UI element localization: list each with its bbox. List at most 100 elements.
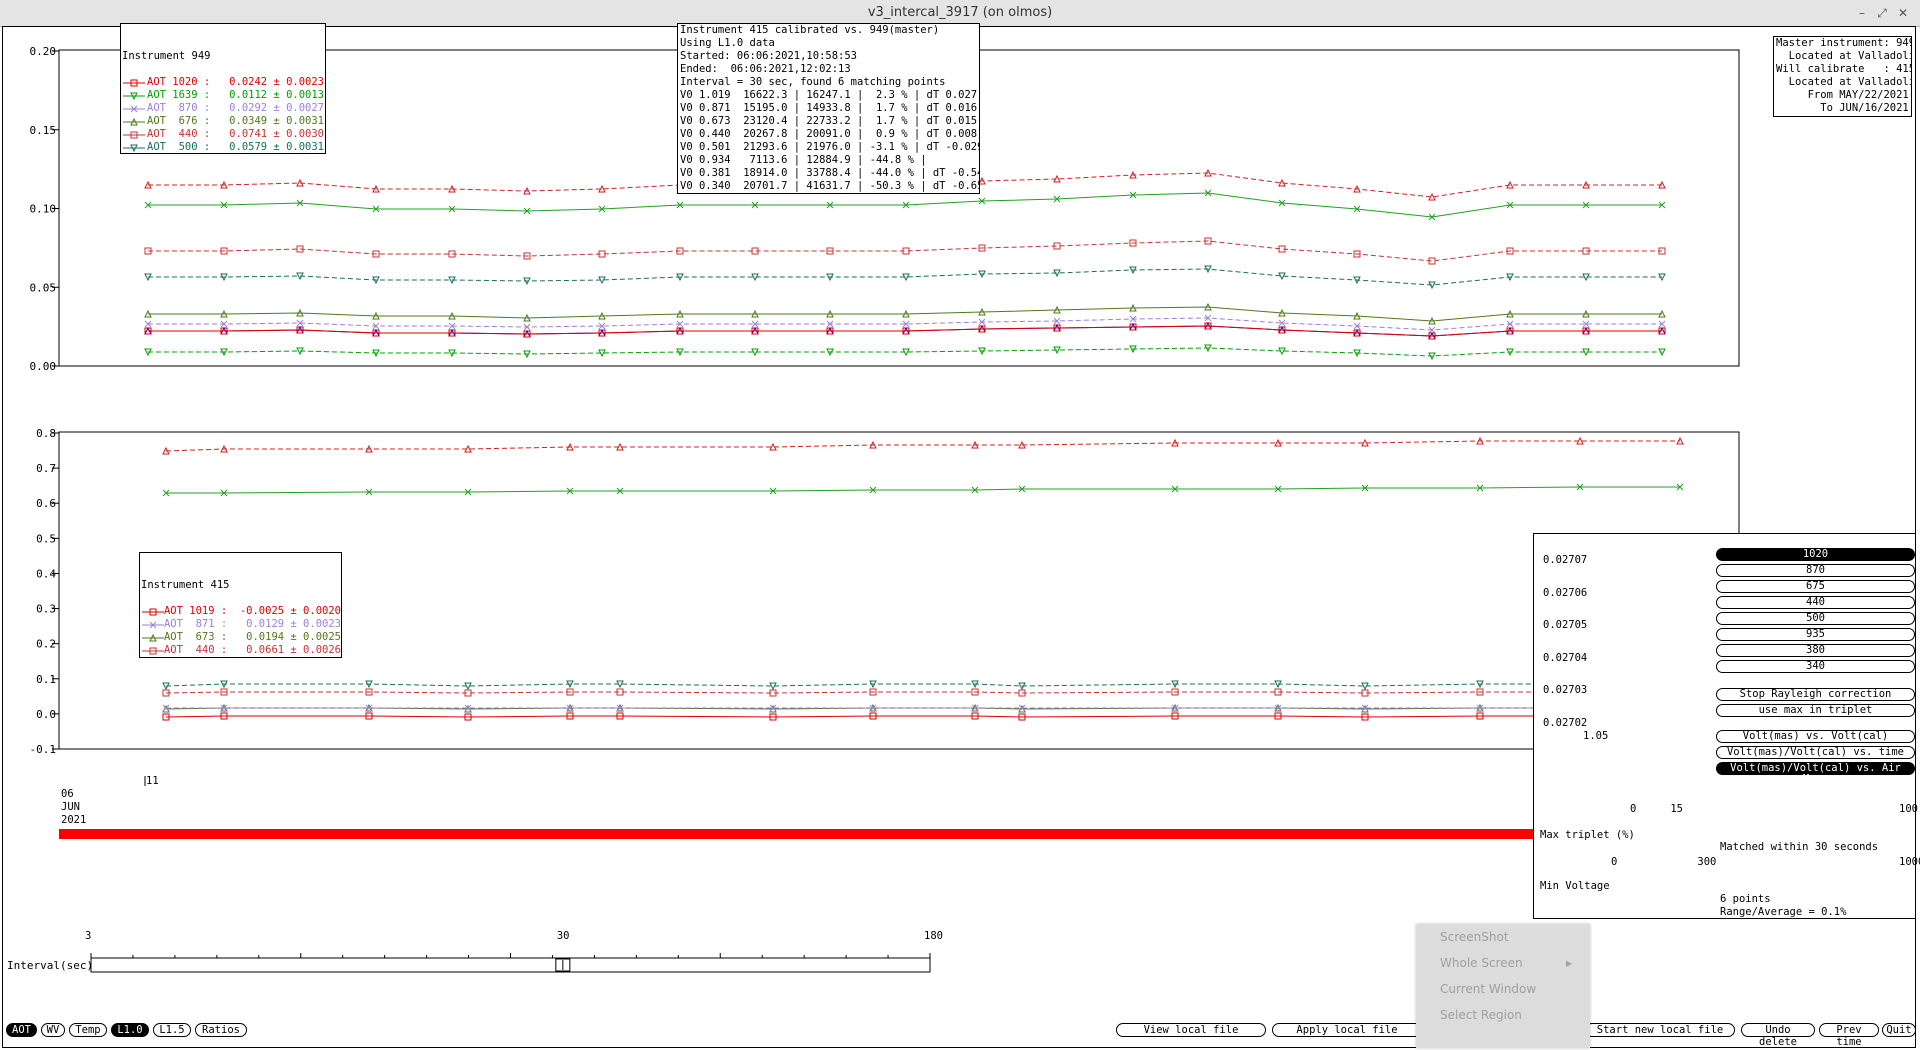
slider-tick-label: 30	[556, 930, 570, 942]
level-button-temp[interactable]: Temp	[69, 1023, 107, 1037]
legend-symbol-icon	[142, 621, 164, 629]
ytick-label: -0.1	[30, 743, 57, 756]
action-button-view-local-file[interactable]: View local file	[1116, 1023, 1266, 1037]
slider-tick-label: 0	[1611, 856, 1618, 868]
screenshot-context-menu: ScreenShot Whole Screen ▸ Current Window …	[1416, 924, 1590, 1048]
master-instrument-box: Master instrument: 949 Located at Vallad…	[1773, 36, 1912, 117]
legend-entry: AOT 500 : 0.0579 ± 0.0031	[121, 141, 325, 153]
menu-item-current-window[interactable]: Current Window	[1416, 976, 1590, 1002]
series-line	[165, 715, 1681, 718]
legend-entry: AOT 870 : 0.0292 ± 0.0027	[121, 102, 325, 115]
series-line	[166, 486, 1680, 494]
info-line: Ended: 06:06:2021,12:02:13	[680, 63, 851, 75]
legend-entry: AOT 871 : 0.0129 ± 0.0023	[140, 618, 341, 631]
legend-label: AOT 1020 : 0.0242 ± 0.0023	[147, 76, 325, 88]
wavelength-button-500[interactable]: 500	[1716, 612, 1915, 625]
info-line: V0 0.934 7113.6 | 12884.9 | -44.8 % |	[680, 154, 927, 166]
menu-item-select-region[interactable]: Select Region	[1416, 1002, 1590, 1028]
min-voltage-label: Min Voltage	[1540, 880, 1610, 892]
date-month: JUN	[61, 801, 80, 813]
interval-slider	[90, 953, 931, 973]
date-year: 2021	[61, 814, 87, 826]
legend-entry: AOT 1639 : 0.0112 ± 0.0013	[121, 89, 325, 102]
info-line: V0 0.381 18914.0 | 33788.4 | -44.0 % | d…	[680, 167, 980, 179]
level-button-l15[interactable]: L1.5	[153, 1023, 191, 1037]
legend-entry: AOT 440 : 0.0741 ± 0.0030	[121, 128, 325, 141]
info-line: Instrument 415 calibrated vs. 949(master…	[680, 24, 940, 36]
wavelength-button-440[interactable]: 440	[1716, 596, 1915, 609]
wavelength-button-870[interactable]: 870	[1716, 564, 1915, 577]
info-line: Will calibrate : 415	[1776, 63, 1912, 75]
min-voltage-range: Range/Average = 0.1%	[1720, 906, 1847, 918]
legend-entry: AOT 501 : 0.0873 ± 0.0030	[140, 657, 341, 658]
plot-mode-button[interactable]: Volt(mas) vs. Volt(cal)	[1716, 730, 1915, 743]
menu-item-screenshot[interactable]: ScreenShot	[1416, 924, 1590, 950]
slider-tick-label: 180	[924, 930, 943, 942]
ytick-label: 0.00	[30, 360, 57, 373]
action-button-quit[interactable]: Quit	[1882, 1023, 1916, 1037]
wavelength-button-340[interactable]: 340	[1716, 660, 1915, 673]
info-line: Master instrument: 949	[1776, 37, 1912, 49]
use-max-triplet-button[interactable]: use max in triplet	[1716, 704, 1915, 717]
legend-label: AOT 501 : 0.0873 ± 0.0030	[164, 657, 341, 658]
legend-symbol-icon	[123, 92, 145, 101]
mini-ytick-label: 0.02704	[1543, 651, 1588, 664]
stop-rayleigh-button[interactable]: Stop Rayleigh correction	[1716, 688, 1915, 701]
plot-mode-button[interactable]: Volt(mas)/Volt(cal) vs. Air Mass	[1716, 762, 1915, 785]
info-line: To JUN/16/2021	[1776, 102, 1909, 114]
slider-tick-label: 100	[1899, 803, 1918, 815]
slider-tick-label: 1000	[1899, 856, 1920, 868]
level-button-aot[interactable]: AOT	[6, 1023, 37, 1037]
legend-entry: AOT 440 : 0.0661 ± 0.0026	[140, 644, 341, 657]
legend-symbol-icon	[142, 647, 164, 655]
ytick-label: 0.4	[36, 567, 56, 580]
slider-tick-label: 15	[1670, 803, 1683, 815]
mini-ytick-label: 0.02703	[1543, 684, 1588, 697]
legend-instrument-415: Instrument 415 AOT 1019 : -0.0025 ± 0.00…	[139, 552, 342, 658]
action-button-prev-time[interactable]: Prev time	[1819, 1023, 1879, 1048]
info-line: From MAY/22/2021	[1776, 89, 1909, 101]
action-button-undo-delete[interactable]: Undo delete	[1741, 1023, 1815, 1048]
info-line: V0 0.340 20701.7 | 41631.7 | -50.3 % | d…	[680, 180, 980, 192]
bottom-plot-series	[162, 436, 1684, 721]
wavelength-button-675[interactable]: 675	[1716, 580, 1915, 593]
mini-ytick-label: 0.02706	[1543, 586, 1588, 599]
ytick-label: 0.7	[36, 462, 56, 475]
mini-ytick-label: 0.02702	[1543, 717, 1588, 729]
level-button-wv[interactable]: WV	[41, 1023, 65, 1037]
series-line	[165, 683, 1681, 687]
info-line: V0 0.501 21293.6 | 21976.0 | -3.1 % | dT…	[680, 141, 980, 153]
max-triplet-status: Matched within 30 seconds	[1720, 841, 1879, 853]
time-range-bar	[59, 829, 1539, 839]
legend-label: AOT 673 : 0.0194 ± 0.0025	[163, 631, 341, 643]
wavelength-button-1020[interactable]: 1020	[1716, 548, 1915, 561]
ytick-label: 0.8	[36, 427, 56, 440]
legend-symbol-icon	[123, 144, 145, 153]
info-line: V0 0.871 15195.0 | 14933.8 | 1.7 % | dT …	[680, 102, 978, 114]
ytick-label: 0.3	[36, 603, 56, 616]
legend-entry: AOT 676 : 0.0349 ± 0.0031	[121, 115, 325, 128]
legend-entry: AOT 673 : 0.0194 ± 0.0025	[140, 631, 341, 644]
wavelength-button-935[interactable]: 935	[1716, 628, 1915, 641]
legend-symbol-icon	[140, 657, 164, 658]
calibration-info-box: Instrument 415 calibrated vs. 949(master…	[677, 23, 980, 194]
ytick-label: 0.20	[30, 45, 57, 58]
action-button-start-new-local-file[interactable]: Start new local file	[1585, 1023, 1735, 1037]
info-line: Located at Valladolid	[1776, 50, 1912, 62]
wavelength-button-380[interactable]: 380	[1716, 644, 1915, 657]
level-button-ratios[interactable]: Ratios	[195, 1023, 247, 1037]
action-button-apply-local-file[interactable]: Apply local file	[1272, 1023, 1422, 1037]
legend-entry: AOT 1020 : 0.0242 ± 0.0023	[121, 76, 325, 89]
slider-tick-label: 3	[85, 930, 92, 942]
submenu-arrow-icon: ▸	[1565, 956, 1572, 970]
legend-label: AOT 1639 : 0.0112 ± 0.0013	[147, 89, 325, 101]
plot-mode-button[interactable]: Volt(mas)/Volt(cal) vs. time	[1716, 746, 1915, 759]
legend-symbol-icon	[123, 105, 145, 113]
legend-label: AOT 676 : 0.0349 ± 0.0031	[147, 115, 325, 127]
legend-symbol-icon	[142, 633, 164, 642]
level-button-l10[interactable]: L1.0	[111, 1023, 149, 1037]
menu-item-whole-screen[interactable]: Whole Screen ▸	[1416, 950, 1590, 976]
top-plot-series	[144, 168, 1666, 361]
mini-ytick-label: 0.02705	[1543, 619, 1588, 632]
info-line: Using L1.0 data	[680, 37, 775, 49]
